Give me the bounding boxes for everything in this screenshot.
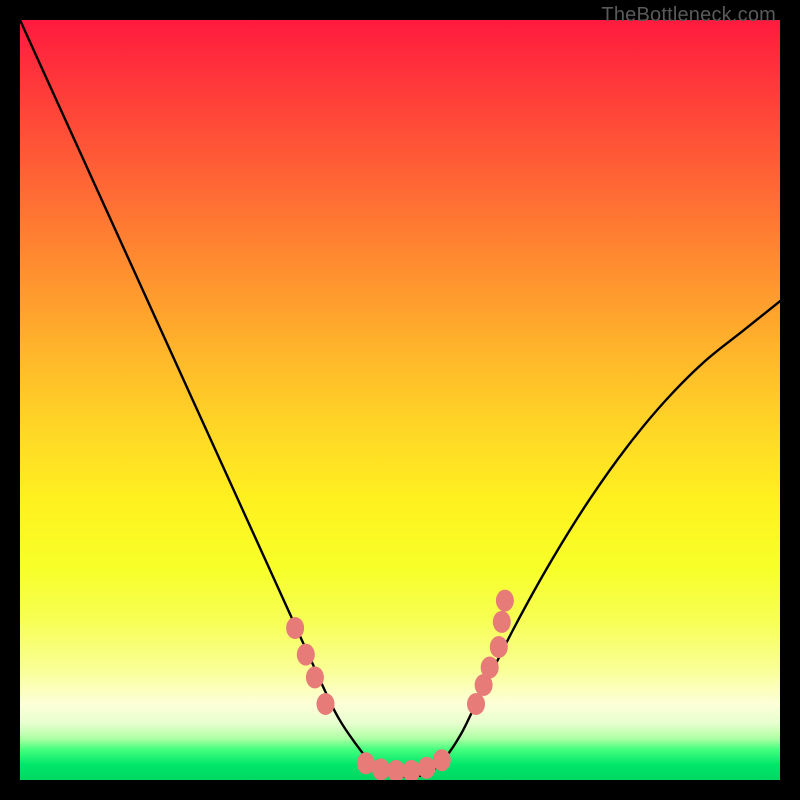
- bottleneck-curve: [20, 20, 780, 780]
- data-marker: [481, 657, 499, 679]
- data-marker: [490, 636, 508, 658]
- data-marker: [467, 693, 485, 715]
- data-marker: [306, 666, 324, 688]
- data-marker: [286, 617, 304, 639]
- data-marker: [297, 644, 315, 666]
- chart-plot-area: [20, 20, 780, 780]
- data-marker: [433, 749, 451, 771]
- attribution-text: TheBottleneck.com: [601, 4, 776, 27]
- data-marker: [402, 760, 420, 780]
- data-marker: [496, 590, 514, 612]
- chart-frame: TheBottleneck.com: [0, 0, 800, 800]
- data-marker: [317, 693, 335, 715]
- data-marker: [493, 611, 511, 633]
- data-marker: [372, 758, 390, 780]
